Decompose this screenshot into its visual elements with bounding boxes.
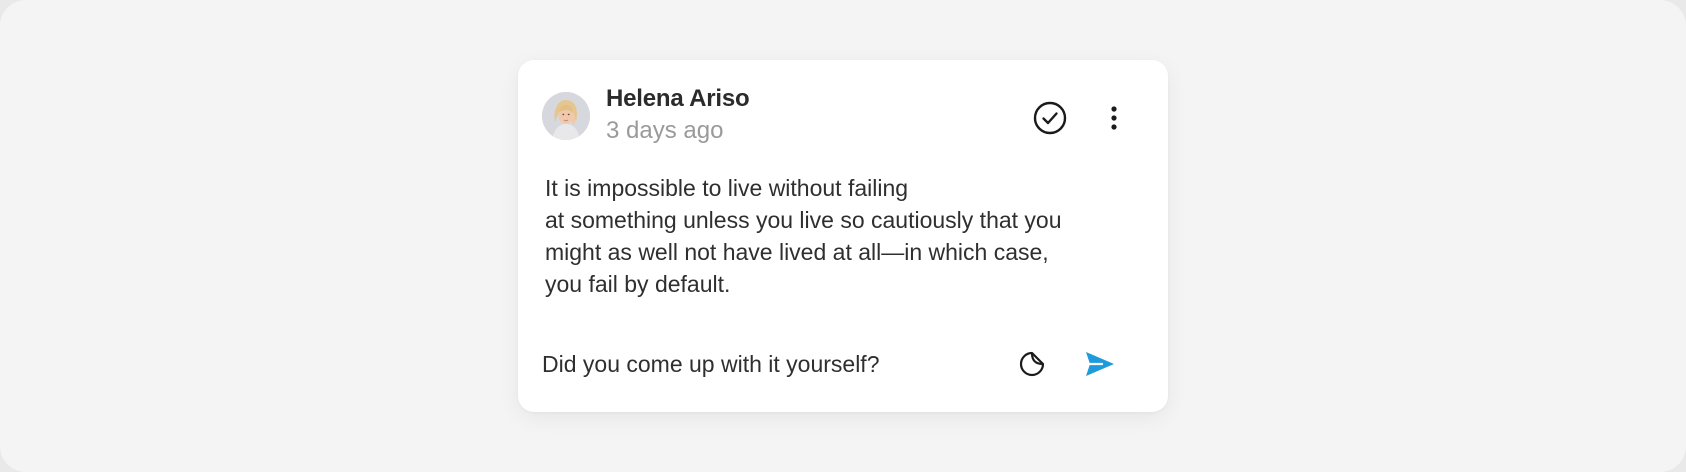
mark-resolved-button[interactable] <box>1030 98 1070 138</box>
send-icon <box>1086 352 1114 376</box>
comment-card: Helena Ariso 3 days ago It is impossible… <box>518 60 1168 412</box>
author-name[interactable]: Helena Ariso <box>606 84 750 114</box>
send-button[interactable] <box>1080 344 1120 384</box>
comment-text: It is impossible to live without failing… <box>545 172 1145 300</box>
comment-line: you fail by default. <box>545 271 731 297</box>
comment-line: It is impossible to live without failing <box>545 175 909 201</box>
reply-input[interactable] <box>542 344 962 384</box>
comment-line: at something unless you live so cautious… <box>545 207 1062 233</box>
check-circle-icon <box>1033 101 1067 135</box>
more-options-button[interactable] <box>1094 98 1134 138</box>
sticker-button[interactable] <box>1012 344 1052 384</box>
comment-header: Helena Ariso 3 days ago <box>542 84 1144 144</box>
sticker-icon <box>1019 351 1045 377</box>
comment-line: might as well not have lived at all—in w… <box>545 239 1049 265</box>
page-background: Helena Ariso 3 days ago It is impossible… <box>0 0 1686 472</box>
avatar[interactable] <box>542 92 590 140</box>
more-vertical-icon <box>1111 106 1117 130</box>
avatar-image <box>542 92 590 140</box>
reply-bar <box>542 344 1144 388</box>
post-timestamp: 3 days ago <box>606 117 724 144</box>
